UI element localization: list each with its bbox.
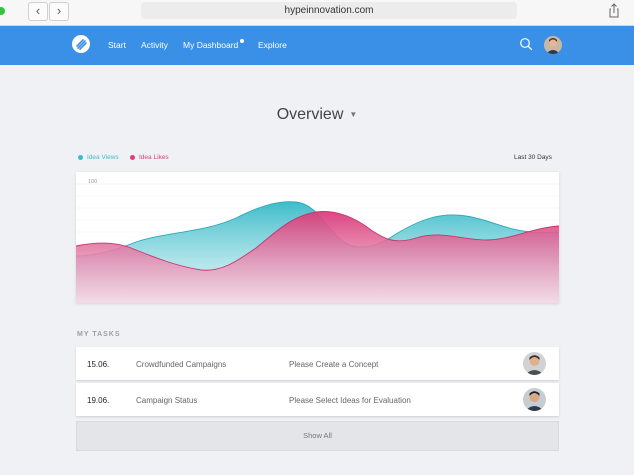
task-name: Crowdfunded Campaigns	[136, 360, 227, 369]
caret-down-icon[interactable]: ▼	[349, 110, 357, 119]
assignee-avatar[interactable]	[523, 388, 546, 411]
nav-activity[interactable]: Activity	[141, 40, 168, 50]
back-button[interactable]: ‹	[28, 2, 48, 21]
legend-label-likes: Idea Likes	[139, 154, 169, 161]
task-description: Please Select Ideas for Evaluation	[289, 396, 411, 405]
task-name: Campaign Status	[136, 396, 198, 405]
task-row[interactable]: 15.06. Crowdfunded Campaigns Please Crea…	[76, 347, 559, 380]
address-bar[interactable]: hypeinnovation.com	[141, 2, 517, 19]
notification-dot	[240, 39, 244, 43]
url-text: hypeinnovation.com	[284, 5, 374, 16]
forward-button[interactable]: ›	[49, 2, 69, 21]
nav-my-dashboard[interactable]: My Dashboard	[183, 40, 238, 50]
app-header: Start Activity My Dashboard Explore	[0, 26, 634, 65]
task-date: 15.06.	[87, 360, 110, 369]
date-range-selector[interactable]: Last 30 Days	[514, 154, 552, 161]
browser-toolbar: ‹ › hypeinnovation.com	[0, 0, 634, 26]
task-description: Please Create a Concept	[289, 360, 379, 369]
task-row[interactable]: 19.06. Campaign Status Please Select Ide…	[76, 383, 559, 416]
hype-logo-icon[interactable]	[72, 35, 90, 53]
window-zoom-dot[interactable]	[0, 7, 5, 15]
y-tick-label-100: 100	[88, 179, 97, 185]
user-avatar[interactable]	[544, 36, 562, 54]
page-title[interactable]: Overview ▼	[0, 106, 634, 124]
legend-label-views: Idea Views	[87, 154, 119, 161]
legend-dot-likes	[130, 154, 135, 160]
nav-start[interactable]: Start	[108, 40, 126, 50]
share-icon[interactable]	[606, 2, 622, 19]
area-chart: 100	[76, 172, 559, 303]
assignee-avatar[interactable]	[523, 352, 546, 375]
legend-idea-likes: Idea Likes	[130, 154, 169, 161]
my-tasks-heading: MY TASKS	[77, 331, 121, 338]
task-date: 19.06.	[87, 396, 110, 405]
overview-title-text: Overview	[276, 106, 344, 123]
legend-dot-views	[78, 154, 83, 160]
nav-explore[interactable]: Explore	[258, 40, 287, 50]
show-all-button[interactable]: Show All	[76, 421, 559, 451]
search-icon[interactable]	[519, 37, 533, 51]
legend-idea-views: Idea Views	[78, 154, 119, 161]
